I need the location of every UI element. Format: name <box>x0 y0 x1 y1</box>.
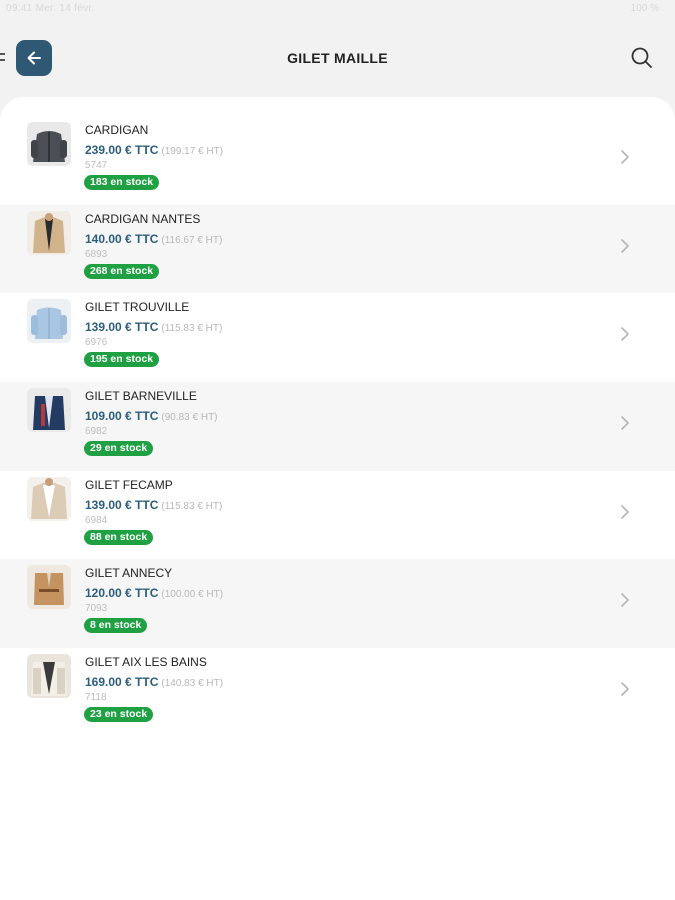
product-reference: 6982 <box>85 426 108 438</box>
product-name: GILET AIX LES BAINS <box>85 655 207 670</box>
price-ttc: 239.00 € TTC <box>85 143 159 157</box>
product-name: CARDIGAN NANTES <box>85 211 201 226</box>
price-line: 109.00 € TTC (90.83 € HT) <box>85 407 218 425</box>
product-reference: 7093 <box>85 603 108 615</box>
price-ht: (116.67 € HT) <box>161 234 223 246</box>
chevron-right-icon <box>621 504 629 519</box>
stock-badge: 88 en stock <box>84 529 154 545</box>
price-ttc: 140.00 € TTC <box>85 231 159 246</box>
price-ht: (100.00 € HT) <box>161 589 224 601</box>
chevron-right-icon <box>621 416 629 430</box>
product-reference: 6984 <box>85 514 108 526</box>
stock-badge: 29 en stock <box>84 441 154 457</box>
page-title: GILET MAILLE <box>287 50 388 66</box>
product-thumbnail <box>27 388 71 433</box>
price-line: 239.00 € TTC (199.17 € HT) <box>85 141 223 159</box>
price-line: 139.00 € TTC (115.83 € HT) <box>85 496 222 514</box>
product-reference: 5747 <box>85 160 108 171</box>
product-row[interactable]: GILET ANNECY 120.00 € TTC (100.00 € HT) 7… <box>0 559 675 649</box>
chevron-right-icon <box>621 150 629 164</box>
product-reference: 6893 <box>85 248 108 260</box>
product-row[interactable]: CARDIGAN NANTES 140.00 € TTC (116.67 € HT… <box>0 204 675 294</box>
price-ttc: 120.00 € TTC <box>85 586 159 601</box>
price-ttc: 109.00 € TTC <box>85 409 159 424</box>
stock-badge: 183 en stock <box>84 175 160 190</box>
product-row[interactable]: CARDIGAN 239.00 € TTC (199.17 € HT) 5747 … <box>0 116 675 205</box>
product-thumbnail <box>27 122 71 166</box>
stock-badge: 23 en stock <box>84 707 154 723</box>
price-ht: (199.17 € HT) <box>161 146 224 157</box>
price-ttc: 139.00 € TTC <box>85 497 159 512</box>
product-list: CARDIGAN 239.00 € TTC (199.17 € HT) 5747 … <box>0 116 675 737</box>
chevron-right-icon <box>621 593 629 608</box>
product-name: GILET ANNECY <box>85 566 173 581</box>
price-line: 139.00 € TTC (115.83 € HT) <box>85 318 222 336</box>
product-name: GILET FECAMP <box>85 477 173 492</box>
chevron-right-icon <box>621 682 629 696</box>
product-name: CARDIGAN <box>85 123 149 137</box>
price-ht: (115.83 € HT) <box>161 323 223 335</box>
price-line: 120.00 € TTC (100.00 € HT) <box>85 584 223 602</box>
chevron-right-icon <box>621 238 629 253</box>
battery-indicator: 100 % <box>630 3 659 14</box>
product-name: GILET BARNEVILLE <box>85 389 197 404</box>
price-ht: (115.83 € HT) <box>161 500 223 512</box>
top-bar: GILET MAILLE <box>0 20 675 98</box>
product-reference: 7118 <box>85 692 107 704</box>
product-thumbnail <box>27 654 71 699</box>
price-ht: (90.83 € HT) <box>161 412 218 424</box>
stock-badge: 8 en stock <box>84 618 148 634</box>
product-thumbnail <box>27 210 71 255</box>
status-time: 09:41 Mer. 14 févr. <box>6 3 95 14</box>
product-thumbnail <box>27 299 71 344</box>
price-line: 140.00 € TTC (116.67 € HT) <box>85 230 222 248</box>
product-list-sheet: CARDIGAN 239.00 € TTC (199.17 € HT) 5747 … <box>0 97 675 900</box>
chevron-right-icon <box>621 327 629 342</box>
status-bar: 09:41 Mer. 14 févr. 100 % <box>0 0 675 20</box>
product-row[interactable]: GILET TROUVILLE 139.00 € TTC (115.83 € HT… <box>0 293 675 382</box>
product-name: GILET TROUVILLE <box>85 300 190 315</box>
product-thumbnail <box>27 565 71 610</box>
price-ttc: 169.00 € TTC <box>85 675 159 690</box>
price-line: 169.00 € TTC (140.83 € HT) <box>85 673 223 691</box>
stock-badge: 268 en stock <box>84 263 160 279</box>
search-button[interactable] <box>629 45 655 71</box>
price-ttc: 139.00 € TTC <box>85 320 159 335</box>
product-row[interactable]: GILET AIX LES BAINS 169.00 € TTC (140.83 … <box>0 648 675 737</box>
product-row[interactable]: GILET BARNEVILLE 109.00 € TTC (90.83 € HT… <box>0 382 675 471</box>
product-thumbnail <box>27 476 71 521</box>
search-icon <box>631 47 652 68</box>
product-reference: 6976 <box>85 337 108 349</box>
price-ht: (140.83 € HT) <box>161 678 224 690</box>
stock-badge: 195 en stock <box>84 352 160 368</box>
product-row[interactable]: GILET FECAMP 139.00 € TTC (115.83 € HT) 6… <box>0 471 675 560</box>
